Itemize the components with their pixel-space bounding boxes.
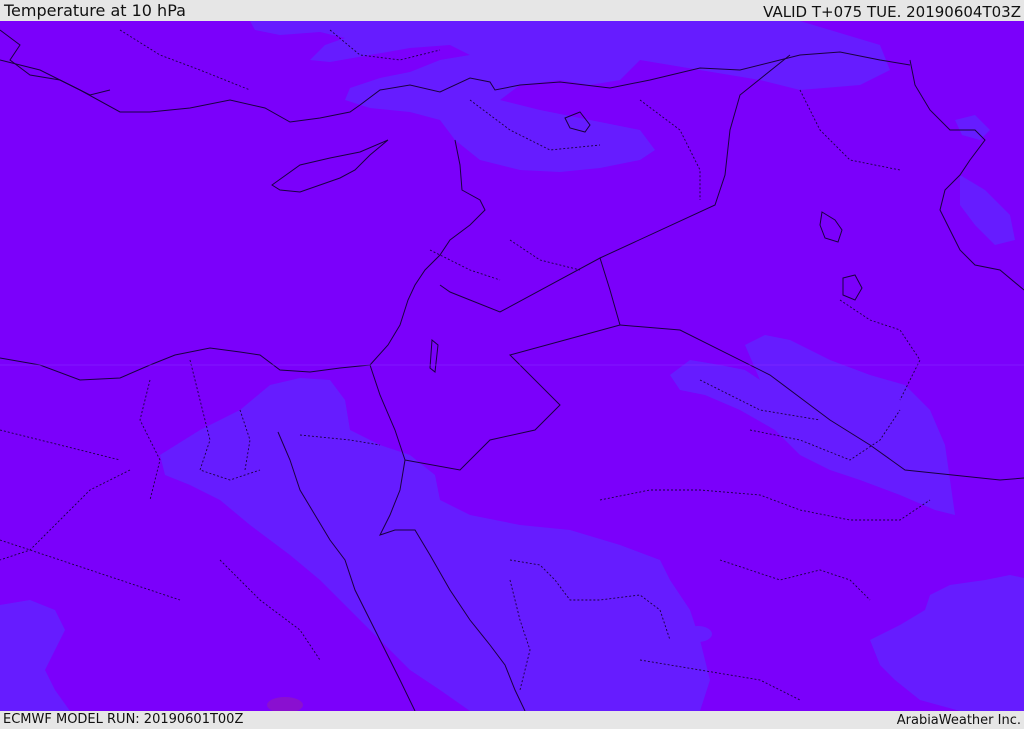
- valid-time: VALID T+075 TUE. 20190604T03Z: [763, 3, 1021, 21]
- header-bar: Temperature at 10 hPa VALID T+075 TUE. 2…: [0, 0, 1024, 21]
- credit-label: ArabiaWeather Inc.: [896, 713, 1021, 728]
- contour-band-small: [684, 626, 712, 642]
- model-run-label: ECMWF MODEL RUN: 20190601T00Z: [3, 712, 244, 727]
- temperature-map[interactable]: [0, 21, 1024, 711]
- map-canvas: [0, 21, 1024, 711]
- footer-bar: ECMWF MODEL RUN: 20190601T00Z ArabiaWeat…: [0, 711, 1024, 729]
- map-title: Temperature at 10 hPa: [4, 1, 186, 20]
